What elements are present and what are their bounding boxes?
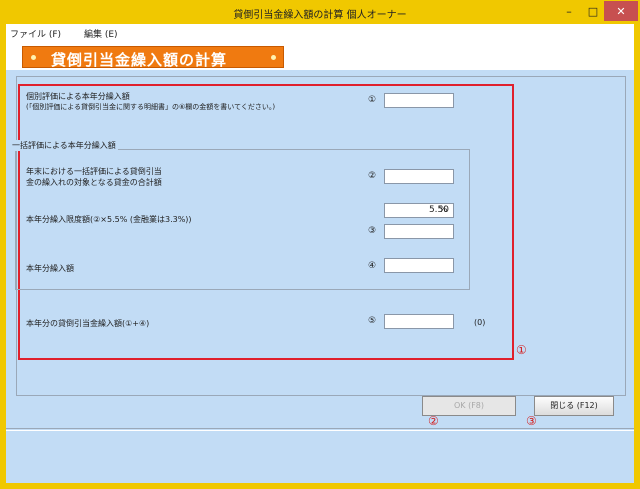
total-note: (0): [474, 318, 486, 327]
annotation-3: ③: [526, 414, 537, 428]
row5-label: 本年分の貸倒引当金繰入額(①+④): [26, 319, 150, 328]
row4-label: 本年分繰入額: [26, 264, 74, 273]
minimize-button[interactable]: –: [558, 1, 580, 21]
banner-dot-right: [271, 55, 276, 60]
lump-sum-group-title: 一括評価による本年分繰入額: [12, 140, 118, 151]
ok-button[interactable]: OK (F8): [422, 396, 516, 416]
app-window: 貸倒引当金繰入額の計算 個人オーナー – □ ✕ ファイル (F) 編集 (E)…: [0, 0, 640, 489]
footer-divider: [6, 428, 634, 429]
close-button[interactable]: 閉じる (F12): [534, 396, 614, 416]
form-content: 個別評価による本年分繰入額 (「個別評価による貸倒引当金に関する明細書」の⑥欄の…: [6, 70, 634, 483]
footer-divider-highlight: [6, 430, 634, 431]
annotation-2: ②: [428, 414, 439, 428]
header-area: 貸倒引当金繰入額の計算: [6, 40, 634, 70]
row3-label: 本年分繰入限度額(②×5.5% (金融業は3.3%)): [26, 215, 192, 224]
individual-amount-input[interactable]: [384, 93, 454, 108]
row1-sublabel: (「個別評価による貸倒引当金に関する明細書」の⑥欄の金額を書いてください。): [26, 103, 276, 111]
title-bar[interactable]: 貸倒引当金繰入額の計算 個人オーナー – □ ✕: [0, 0, 640, 24]
title-banner: 貸倒引当金繰入額の計算: [22, 46, 284, 69]
row3-number: ③: [368, 226, 377, 236]
row2-number: ②: [368, 171, 377, 181]
row5-number: ⑤: [368, 316, 377, 326]
row4-number: ④: [368, 261, 377, 271]
rate-unit: %: [439, 205, 448, 215]
row1-label: 個別評価による本年分繰入額: [26, 92, 130, 101]
row2-label-line1: 年末における一括評価による貸倒引当: [26, 167, 162, 176]
page-title: 貸倒引当金繰入額の計算: [51, 51, 228, 69]
annual-amount-input[interactable]: [384, 258, 454, 273]
annotation-1: ①: [516, 343, 527, 357]
row2-label-line2: 金の繰入れの対象となる貸金の合計額: [26, 178, 162, 187]
menu-edit[interactable]: 編集 (E): [84, 27, 118, 40]
menu-bar: ファイル (F) 編集 (E): [6, 24, 634, 40]
limit-amount-input[interactable]: [384, 224, 454, 239]
window-title: 貸倒引当金繰入額の計算 個人オーナー: [233, 10, 407, 21]
maximize-button[interactable]: □: [582, 1, 604, 21]
loan-total-input[interactable]: [384, 169, 454, 184]
banner-dot-left: [31, 55, 36, 60]
close-window-button[interactable]: ✕: [604, 1, 638, 21]
total-amount-input[interactable]: [384, 314, 454, 329]
menu-file[interactable]: ファイル (F): [10, 27, 61, 40]
row1-number: ①: [368, 95, 377, 105]
